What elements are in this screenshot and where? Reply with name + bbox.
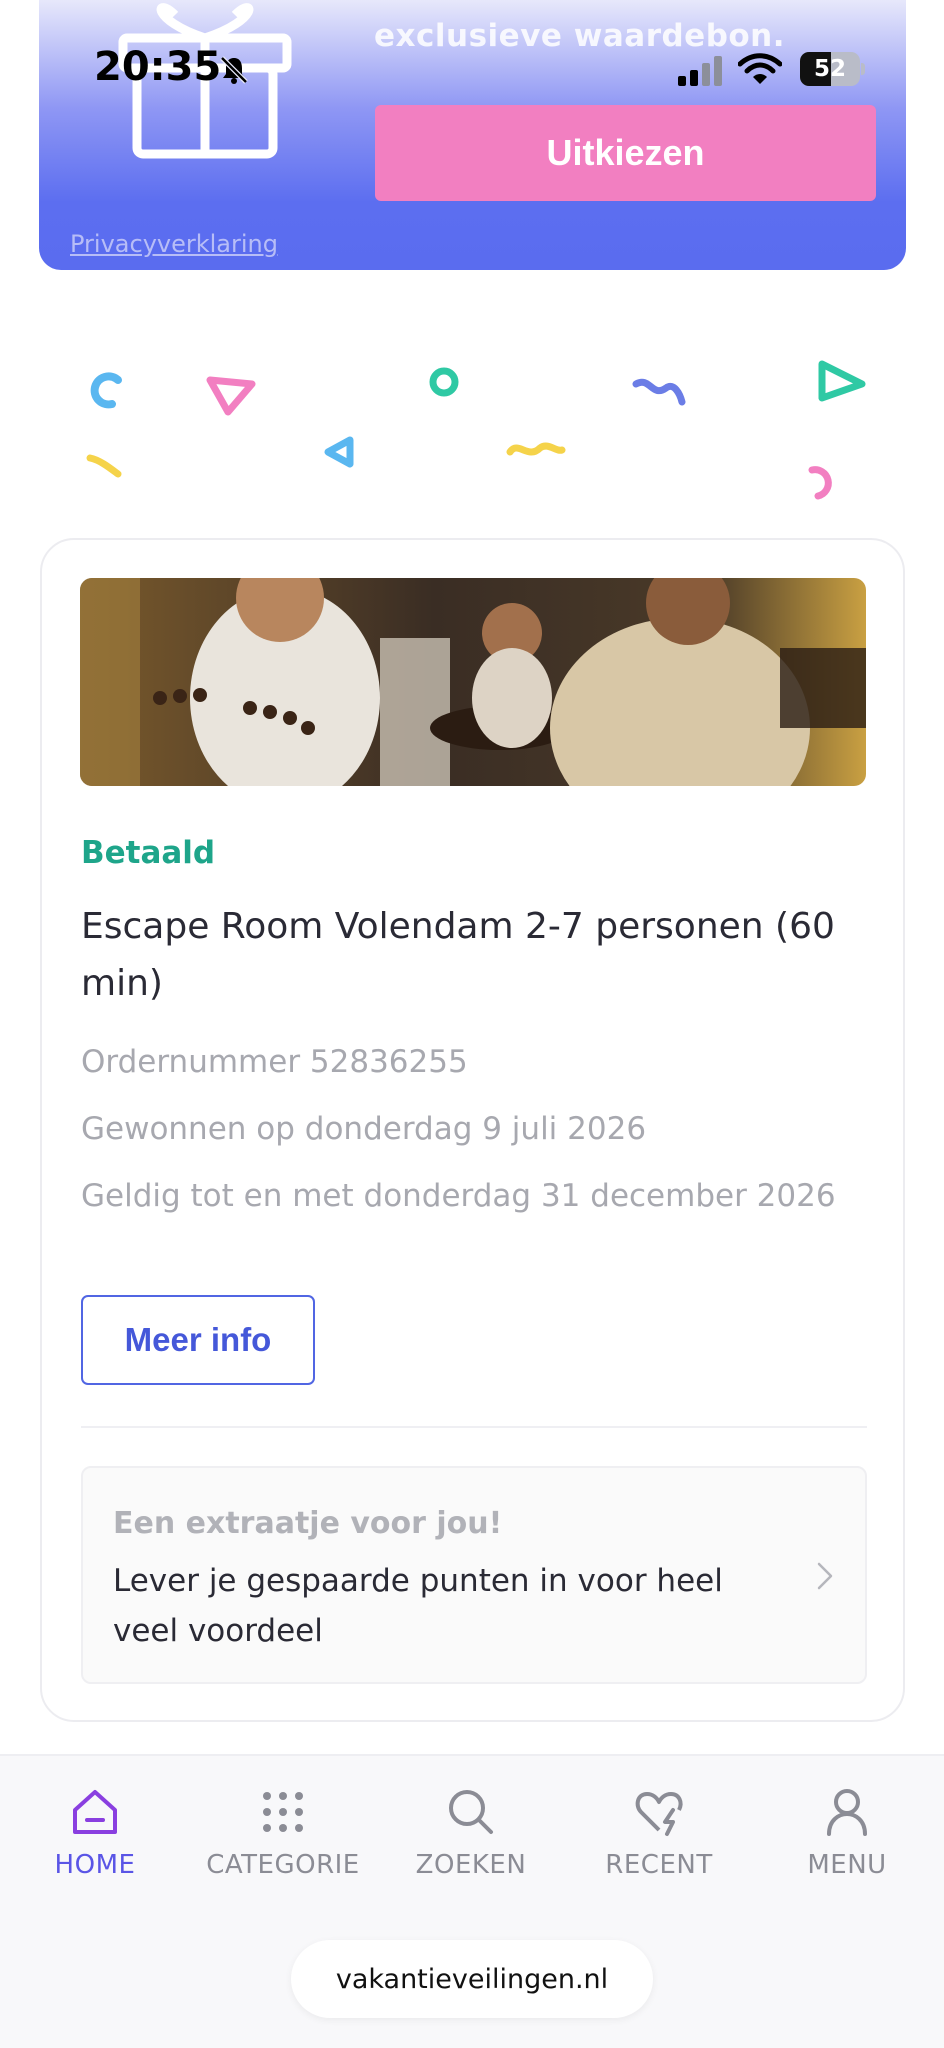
won-date: Gewonnen op donderdag 9 juli 2026 (81, 1111, 647, 1147)
wifi-icon (738, 53, 782, 84)
signal-icon (678, 56, 722, 86)
confetti-decoration (86, 360, 866, 500)
status-time: 20:35 (94, 44, 222, 90)
order-card: Betaald Escape Room Volendam 2-7 persone… (40, 538, 905, 1722)
promo-text: exclusieve waardebon. (374, 18, 786, 54)
privacy-link[interactable]: Privacyverklaring (70, 230, 278, 258)
nav-label-categorie: CATEGORIE (206, 1850, 360, 1880)
user-icon (827, 1789, 867, 1836)
promo-banner: exclusieve waardebon. Uitkiezen Privacyv… (39, 0, 906, 270)
chevron-right-icon (817, 1562, 833, 1590)
order-number: Ordernummer 52836255 (81, 1044, 468, 1080)
nav-item-categorie[interactable]: CATEGORIE (188, 1786, 378, 1906)
nav-label-recent: RECENT (605, 1850, 713, 1880)
points-promo-title: Een extraatje voor jou! (113, 1506, 503, 1541)
page: exclusieve waardebon. Uitkiezen Privacyv… (0, 0, 944, 2048)
nav-item-menu[interactable]: MENU (752, 1786, 942, 1906)
nav-label-menu: MENU (807, 1850, 887, 1880)
choose-button[interactable]: Uitkiezen (375, 105, 876, 201)
nav-label-home: HOME (54, 1850, 136, 1880)
points-promo-text: Lever je gespaarde punten in voor heel v… (113, 1563, 723, 1649)
address-bar[interactable]: vakantieveilingen.nl (291, 1940, 653, 2018)
search-icon (449, 1790, 493, 1834)
nav-label-zoeken: ZOEKEN (415, 1850, 527, 1880)
product-image (80, 578, 866, 786)
nav-item-recent[interactable]: RECENT (564, 1786, 754, 1906)
payment-status: Betaald (81, 835, 216, 871)
heart-bolt-icon (635, 1792, 683, 1836)
nav-item-home[interactable]: HOME (0, 1786, 190, 1906)
bottom-navigation: HOME CATEGORIE ZOEKEN RECENT MENU vakant… (0, 1754, 944, 2048)
battery-icon: 52 (800, 52, 866, 86)
points-promo[interactable]: Een extraatje voor jou! Lever je gespaar… (81, 1466, 867, 1684)
home-icon (73, 1790, 117, 1834)
nav-item-zoeken[interactable]: ZOEKEN (376, 1786, 566, 1906)
valid-until: Geldig tot en met donderdag 31 december … (81, 1178, 836, 1214)
product-title: Escape Room Volendam 2-7 personen (60 mi… (81, 906, 835, 1004)
bell-muted-icon (220, 56, 248, 84)
battery-level: 52 (813, 56, 846, 82)
divider (81, 1426, 867, 1428)
more-info-button[interactable]: Meer info (81, 1295, 315, 1385)
grid-icon (263, 1792, 303, 1832)
